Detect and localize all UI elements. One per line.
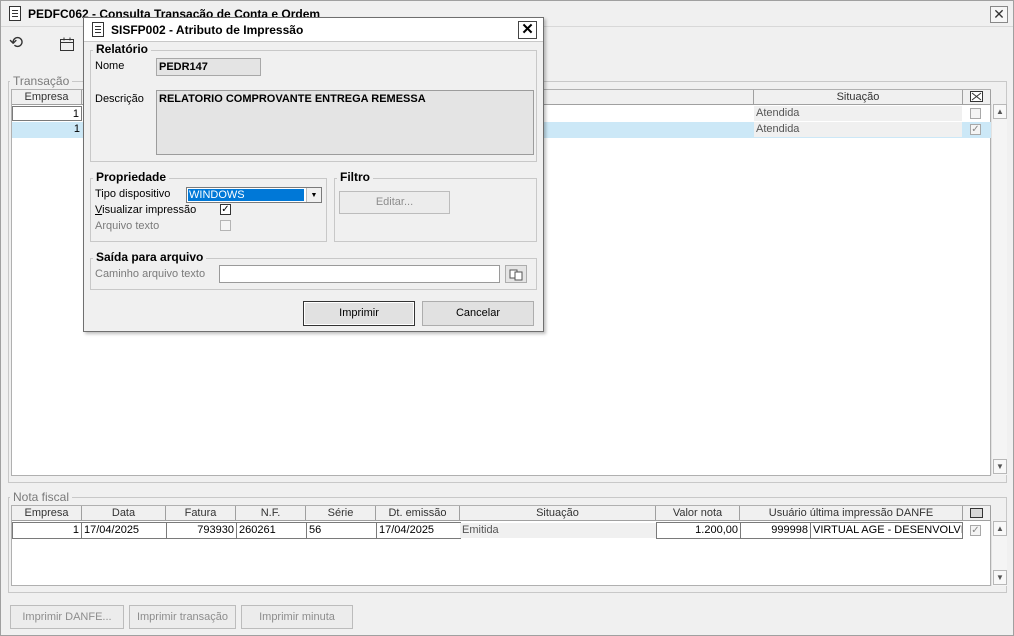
row-checkbox[interactable] (970, 108, 981, 119)
refresh-icon: ⟲ (8, 33, 24, 52)
cell-situacao: Atendida (754, 106, 962, 121)
imprimir-transacao-button[interactable]: Imprimir transação (129, 605, 236, 629)
calendar-icon (60, 37, 74, 51)
column-header-select-all[interactable] (963, 90, 991, 105)
visualizar-impressao-label: Visualizar impressão (95, 204, 197, 216)
select-all-icon (970, 508, 983, 518)
dialog-title: SISFP002 - Atributo de Impressão (111, 23, 304, 37)
column-header-serie[interactable]: Série (306, 506, 376, 521)
cell-dt-emissao: 17/04/2025 (376, 522, 461, 539)
column-header-nf[interactable]: N.F. (236, 506, 306, 521)
calendar-button[interactable] (56, 33, 78, 55)
editar-button[interactable]: Editar... (339, 191, 450, 214)
imprimir-button[interactable]: Imprimir (303, 301, 415, 326)
tipo-dispositivo-select[interactable]: WINDOWS ▼ (186, 187, 322, 203)
column-header-empresa[interactable]: Empresa (12, 506, 82, 521)
column-header-fatura[interactable]: Fatura (166, 506, 236, 521)
cell-usuario-nome: VIRTUAL AGE - DESENVOLVIM (810, 522, 963, 539)
scroll-up-button[interactable]: ▲ (993, 521, 1007, 536)
relatorio-group-title: Relatório (93, 42, 152, 56)
descricao-field[interactable]: RELATORIO COMPROVANTE ENTREGA REMESSA (156, 90, 534, 155)
column-header-data[interactable]: Data (82, 506, 166, 521)
imprimir-minuta-button[interactable]: Imprimir minuta (241, 605, 353, 629)
transacao-group-title: Transação (10, 74, 73, 88)
tipo-dispositivo-label: Tipo dispositivo (95, 188, 171, 200)
arquivo-texto-checkbox[interactable] (220, 220, 231, 231)
document-icon (9, 6, 21, 21)
column-header-situacao[interactable]: Situação (754, 90, 963, 105)
caminho-arquivo-input[interactable] (219, 265, 500, 283)
document-icon (92, 22, 104, 37)
cell-valor-nota: 1.200,00 (656, 522, 741, 539)
cell-empresa: 1 (12, 106, 82, 121)
visualizar-impressao-label-text: isualizar impressão (102, 204, 197, 216)
nota-fiscal-scrollbar[interactable]: ▲ ▼ (991, 521, 1007, 586)
column-header-empresa[interactable]: Empresa (12, 90, 82, 105)
filtro-group-title: Filtro (337, 170, 373, 184)
cell-empresa: 1 (73, 123, 80, 135)
cell-serie: 56 (306, 522, 377, 539)
nota-fiscal-grid: Empresa Data Fatura N.F. Série Dt. emiss… (11, 505, 991, 586)
row-checkbox-checked[interactable]: ✓ (970, 525, 981, 536)
column-header-valor-nota[interactable]: Valor nota (656, 506, 740, 521)
table-row[interactable]: 1 17/04/2025 793930 260261 56 17/04/2025… (12, 522, 991, 539)
scroll-down-button[interactable]: ▼ (993, 570, 1007, 585)
dialog-titlebar: SISFP002 - Atributo de Impressão ✕ (84, 18, 543, 42)
cell-situacao: Atendida (754, 122, 962, 137)
tipo-dispositivo-value: WINDOWS (188, 189, 304, 201)
close-button[interactable]: ✕ (518, 21, 537, 39)
row-checkbox-checked[interactable]: ✓ (970, 124, 981, 135)
cancelar-button[interactable]: Cancelar (422, 301, 534, 326)
scroll-up-button[interactable]: ▲ (993, 104, 1007, 119)
imprimir-danfe-button[interactable]: Imprimir DANFE... (10, 605, 124, 629)
select-all-icon (970, 91, 983, 102)
nota-fiscal-group-title: Nota fiscal (10, 490, 73, 504)
descricao-label: Descrição (95, 93, 144, 105)
caminho-arquivo-label: Caminho arquivo texto (95, 268, 206, 280)
print-attributes-dialog: SISFP002 - Atributo de Impressão ✕ Relat… (83, 17, 544, 332)
cell-fatura: 793930 (166, 522, 237, 539)
nome-field[interactable]: PEDR147 (156, 58, 261, 76)
transacao-scrollbar[interactable]: ▲ ▼ (991, 104, 1007, 475)
propriedade-group-title: Propriedade (93, 170, 170, 184)
column-header-usuario[interactable]: Usuário última impressão DANFE (740, 506, 963, 521)
visualizar-impressao-checkbox[interactable]: ✓ (220, 204, 231, 215)
cell-usuario-codigo: 999998 (740, 522, 811, 539)
cell-nf: 260261 (236, 522, 307, 539)
folder-icon (509, 269, 523, 281)
chevron-down-icon[interactable]: ▼ (306, 188, 321, 202)
refresh-button[interactable]: ⟲ (5, 32, 27, 54)
nome-label: Nome (95, 60, 125, 72)
cell-empresa: 1 (12, 522, 82, 539)
browse-file-button[interactable] (505, 265, 527, 283)
cell-data: 17/04/2025 (81, 522, 167, 539)
column-header-situacao[interactable]: Situação (460, 506, 656, 521)
saida-arquivo-group-title: Saída para arquivo (93, 250, 207, 264)
cell-situacao: Emitida (460, 523, 656, 538)
column-header-select[interactable] (963, 506, 991, 521)
scroll-down-button[interactable]: ▼ (993, 459, 1007, 474)
column-header-dt-emissao[interactable]: Dt. emissão (376, 506, 460, 521)
close-button[interactable]: ✕ (990, 6, 1008, 23)
arquivo-texto-label: Arquivo texto (95, 220, 160, 232)
